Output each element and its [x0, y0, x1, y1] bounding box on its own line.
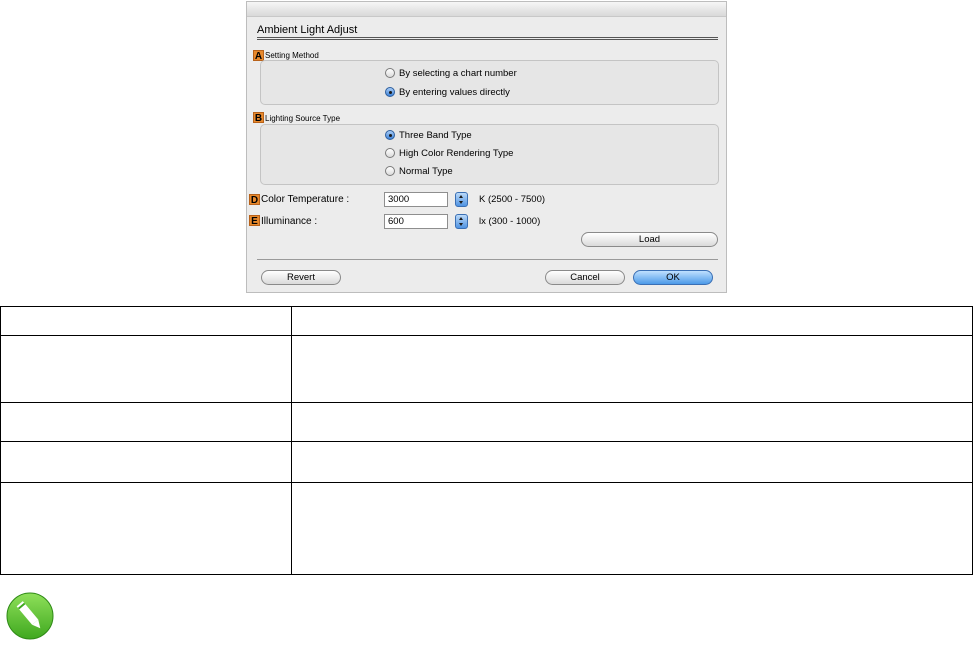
radio-three-band[interactable]: Three Band Type — [385, 128, 472, 142]
color-temperature-field[interactable] — [384, 192, 448, 207]
color-temperature-stepper[interactable] — [455, 192, 468, 207]
radio-button[interactable] — [385, 148, 395, 158]
table-cell — [0, 482, 292, 575]
table-cell — [0, 306, 292, 336]
pencil-note-icon — [6, 592, 54, 640]
button-separator — [257, 259, 718, 260]
load-button[interactable]: Load — [581, 232, 718, 247]
cancel-button[interactable]: Cancel — [545, 270, 625, 285]
table-row — [0, 306, 973, 336]
illuminance-field[interactable] — [384, 214, 448, 229]
color-temperature-range: K (2500 - 7500) — [479, 194, 546, 205]
table-cell — [291, 402, 973, 442]
radio-button-selected[interactable] — [385, 87, 395, 97]
section-badge-b: B — [253, 112, 264, 124]
radio-enter-values[interactable]: By entering values directly — [385, 85, 510, 99]
radio-button[interactable] — [385, 68, 395, 78]
table-cell — [0, 441, 292, 483]
radio-chart-number[interactable]: By selecting a chart number — [385, 66, 517, 80]
illuminance-range: lx (300 - 1000) — [479, 216, 541, 227]
stepper-up-icon[interactable] — [459, 217, 463, 220]
section-badge-d: D — [249, 194, 260, 206]
table-cell — [291, 482, 973, 575]
table-row — [0, 441, 973, 483]
table-cell — [291, 441, 973, 483]
color-temperature-label: Color Temperature : — [261, 194, 350, 205]
lighting-source-label: Lighting Source Type — [265, 114, 341, 123]
description-table — [0, 306, 973, 575]
stepper-down-icon[interactable] — [459, 201, 463, 204]
ambient-light-adjust-dialog: Ambient Light Adjust A Setting Method By… — [246, 1, 727, 293]
radio-normal[interactable]: Normal Type — [385, 164, 453, 178]
table-cell — [291, 306, 973, 336]
radio-high-color[interactable]: High Color Rendering Type — [385, 146, 513, 160]
dialog-titlebar[interactable] — [247, 2, 726, 17]
radio-label: Normal Type — [399, 165, 453, 177]
stepper-up-icon[interactable] — [459, 195, 463, 198]
table-row — [0, 402, 973, 442]
table-row — [0, 482, 973, 575]
table-cell — [0, 335, 292, 403]
revert-button[interactable]: Revert — [261, 270, 341, 285]
table-row — [0, 335, 973, 403]
radio-button[interactable] — [385, 166, 395, 176]
dialog-title: Ambient Light Adjust — [257, 24, 358, 36]
illuminance-label: Illuminance : — [261, 216, 318, 227]
illuminance-stepper[interactable] — [455, 214, 468, 229]
section-badge-e: E — [249, 215, 260, 227]
radio-label: Three Band Type — [399, 129, 472, 141]
radio-label: By selecting a chart number — [399, 67, 517, 79]
table-cell — [0, 402, 292, 442]
radio-label: High Color Rendering Type — [399, 147, 514, 159]
table-cell — [291, 335, 973, 403]
radio-button-selected[interactable] — [385, 130, 395, 140]
setting-method-label: Setting Method — [265, 51, 319, 60]
title-divider — [257, 37, 718, 40]
ok-button[interactable]: OK — [633, 270, 713, 285]
stepper-down-icon[interactable] — [459, 223, 463, 226]
radio-label: By entering values directly — [399, 86, 510, 98]
